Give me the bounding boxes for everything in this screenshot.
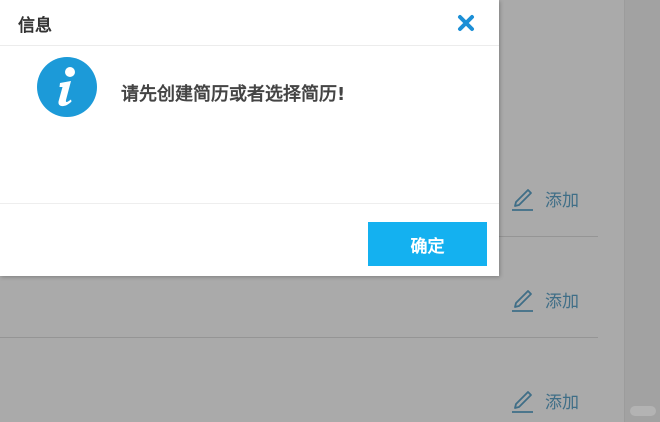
add-link-2[interactable]: 添加: [510, 286, 579, 312]
add-link-label: 添加: [545, 291, 579, 312]
close-icon[interactable]: [456, 13, 476, 33]
confirm-button[interactable]: 确定: [368, 222, 487, 266]
add-link-label: 添加: [545, 190, 579, 211]
scrollbar[interactable]: [624, 0, 660, 422]
edit-pencil-icon: [512, 189, 533, 211]
footer-divider: [0, 203, 499, 204]
dialog-message: 请先创建简历或者选择简历!: [121, 84, 346, 105]
row-divider: [0, 337, 598, 338]
dialog-header: 信息: [0, 0, 499, 46]
add-link-3[interactable]: 添加: [510, 387, 579, 413]
edit-pencil-icon: [512, 290, 533, 312]
corner-widget: [630, 406, 656, 416]
add-link-1[interactable]: 添加: [510, 185, 579, 211]
dialog-title: 信息: [18, 16, 52, 36]
edit-pencil-icon: [512, 391, 533, 413]
info-icon: [37, 57, 97, 117]
info-dialog: 信息 请先创建简历或者选择简历! 确定: [0, 0, 499, 276]
add-link-label: 添加: [545, 392, 579, 413]
